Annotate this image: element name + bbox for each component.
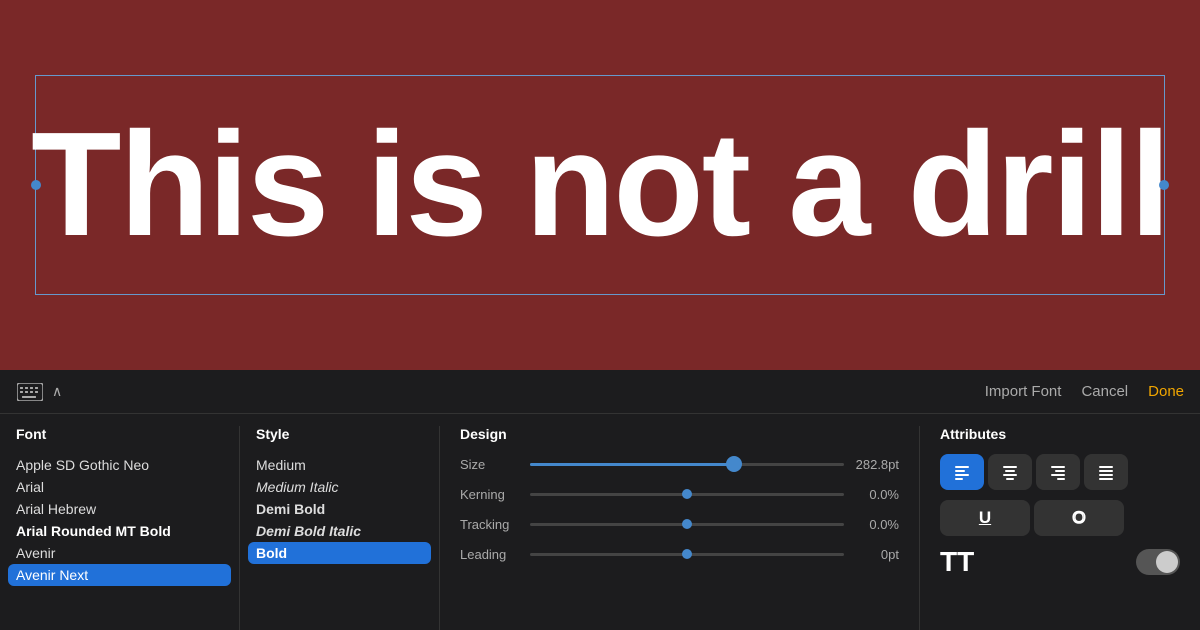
attributes-column-header: Attributes [940, 426, 1180, 442]
format-buttons-group: U O [940, 500, 1180, 536]
leading-slider[interactable] [530, 544, 844, 564]
text-box[interactable]: This is not a drill [35, 75, 1165, 295]
toolbar-right: Import Font Cancel Done [985, 383, 1184, 400]
font-column-header: Font [16, 426, 223, 442]
font-item-avenir[interactable]: Avenir [16, 542, 223, 564]
cancel-button[interactable]: Cancel [1081, 383, 1128, 400]
design-row-tracking: Tracking 0.0% [460, 514, 899, 534]
align-left-button[interactable] [940, 454, 984, 490]
toggle[interactable] [1136, 549, 1180, 575]
columns-row: Font Apple SD Gothic Neo Arial Arial Heb… [0, 414, 1200, 630]
font-item[interactable]: Arial Hebrew [16, 498, 223, 520]
chevron-up-icon[interactable]: ∧ [52, 383, 62, 400]
design-row-kerning: Kerning 0.0% [460, 484, 899, 504]
tracking-slider[interactable] [530, 514, 844, 534]
design-label-kerning: Kerning [460, 487, 530, 502]
done-button[interactable]: Done [1148, 383, 1184, 400]
kerning-value: 0.0% [844, 487, 899, 502]
size-value: 282.8pt [844, 457, 899, 472]
underline-button[interactable]: U [940, 500, 1030, 536]
style-item-medium-italic[interactable]: Medium Italic [256, 476, 423, 498]
design-column: Design Size 282.8pt Kerning [440, 426, 920, 630]
font-list: Apple SD Gothic Neo Arial Arial Hebrew A… [16, 454, 223, 586]
outline-button[interactable]: O [1034, 500, 1124, 536]
design-label-leading: Leading [460, 547, 530, 562]
design-label-size: Size [460, 457, 530, 472]
tt-row: TT [940, 546, 1180, 578]
attributes-column: Attributes U [920, 426, 1200, 630]
font-item-arial-rounded[interactable]: Arial Rounded MT Bold [16, 520, 223, 542]
style-item-demi-bold-italic[interactable]: Demi Bold Italic [256, 520, 423, 542]
tracking-value: 0.0% [844, 517, 899, 532]
font-item[interactable]: Arial [16, 476, 223, 498]
bottom-panel: ∧ Import Font Cancel Done Font Apple SD … [0, 370, 1200, 630]
style-item-demi-bold[interactable]: Demi Bold [256, 498, 423, 520]
import-font-button[interactable]: Import Font [985, 383, 1062, 400]
handle-left[interactable] [31, 180, 41, 190]
style-item-bold[interactable]: Bold [248, 542, 431, 564]
size-slider[interactable] [530, 454, 844, 474]
headline-text[interactable]: This is not a drill [31, 111, 1169, 259]
align-buttons-group [940, 454, 1180, 490]
style-item-medium[interactable]: Medium [256, 454, 423, 476]
align-center-button[interactable] [988, 454, 1032, 490]
design-label-tracking: Tracking [460, 517, 530, 532]
handle-right[interactable] [1159, 180, 1169, 190]
font-column: Font Apple SD Gothic Neo Arial Arial Heb… [0, 426, 240, 630]
toolbar-row: ∧ Import Font Cancel Done [0, 370, 1200, 414]
design-row-size: Size 282.8pt [460, 454, 899, 474]
font-item[interactable]: Apple SD Gothic Neo [16, 454, 223, 476]
keyboard-icon[interactable] [16, 382, 44, 402]
toolbar-left: ∧ [16, 382, 62, 402]
design-column-header: Design [460, 426, 899, 442]
style-column: Style Medium Medium Italic Demi Bold Dem… [240, 426, 440, 630]
justify-button[interactable] [1084, 454, 1128, 490]
kerning-slider[interactable] [530, 484, 844, 504]
style-list: Medium Medium Italic Demi Bold Demi Bold… [256, 454, 423, 564]
style-column-header: Style [256, 426, 423, 442]
leading-value: 0pt [844, 547, 899, 562]
toggle-knob [1156, 551, 1178, 573]
tt-label: TT [940, 546, 974, 578]
font-item-avenir-next[interactable]: Avenir Next [8, 564, 231, 586]
align-right-button[interactable] [1036, 454, 1080, 490]
canvas-area: This is not a drill [0, 0, 1200, 370]
design-row-leading: Leading 0pt [460, 544, 899, 564]
